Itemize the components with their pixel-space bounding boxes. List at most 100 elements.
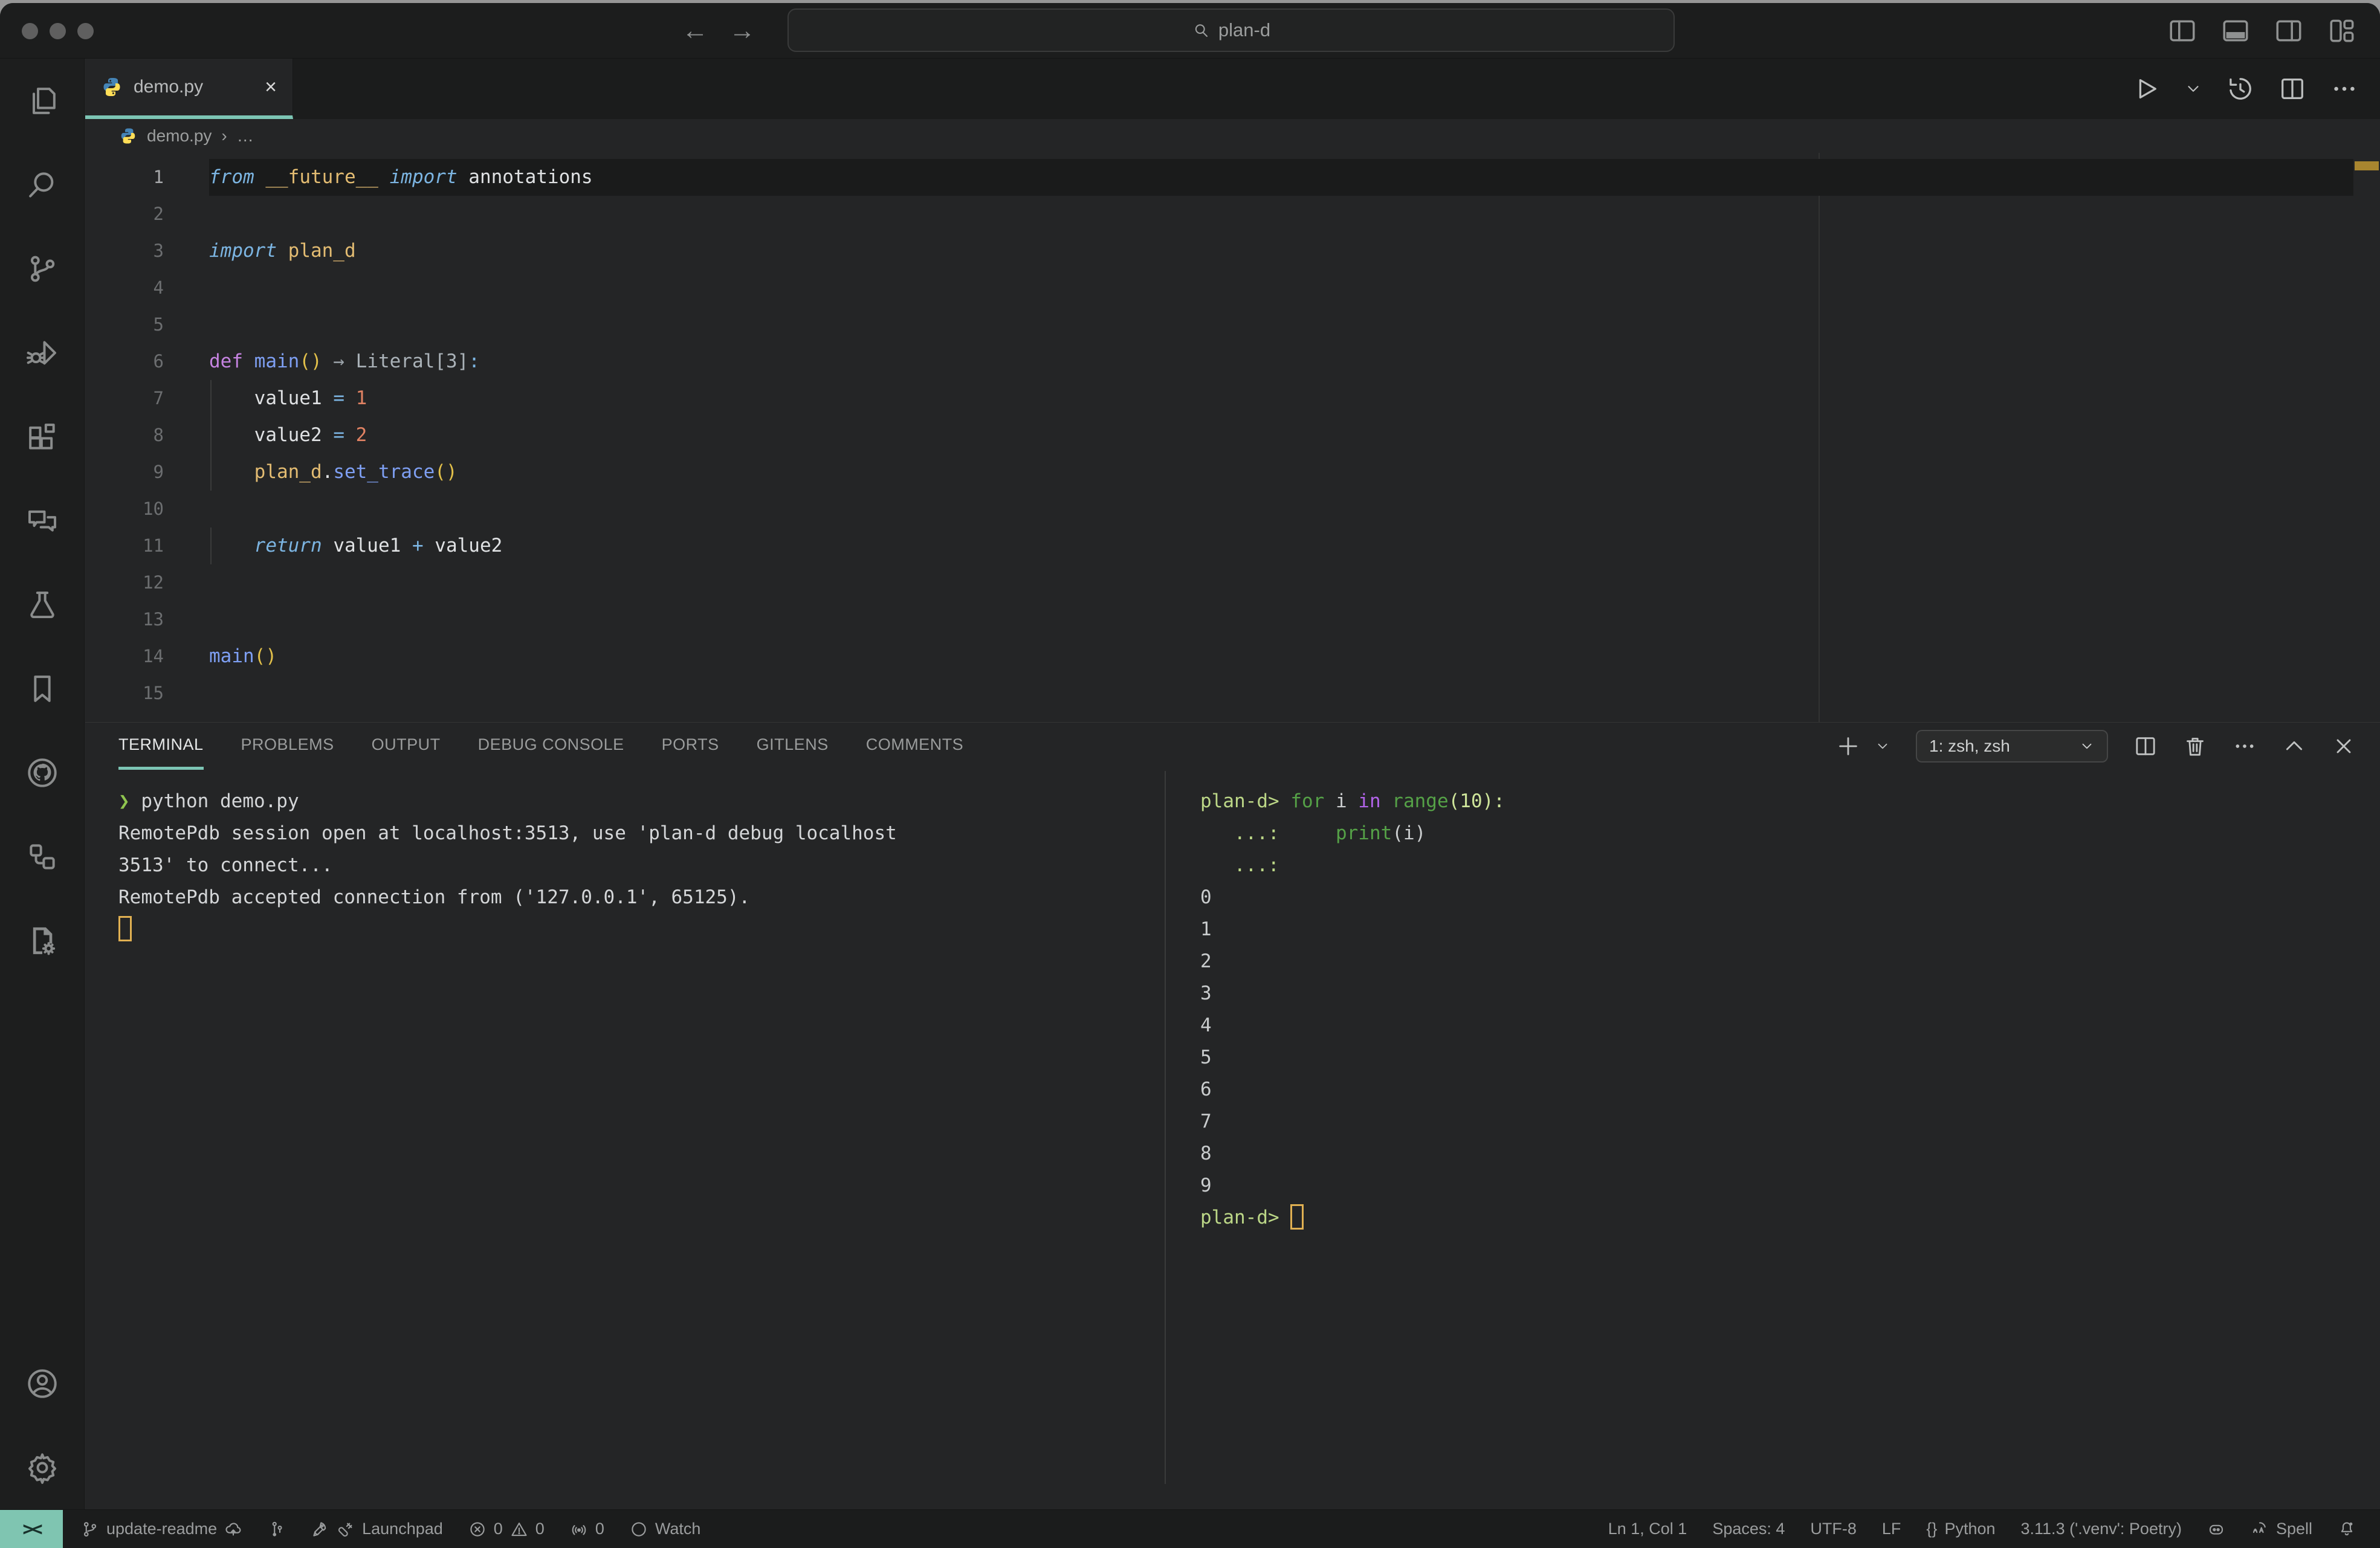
breadcrumb-symbol[interactable]: … [237,126,254,146]
code-line[interactable]: 1from __future__ import annotations [85,159,2380,196]
notifications-item[interactable] [2338,1520,2356,1538]
watch-item[interactable]: Watch [630,1520,701,1538]
code-line[interactable]: 7 value1 = 1 [85,380,2380,417]
sidebar-item-project-manager[interactable] [0,814,84,898]
code-line[interactable]: 8 value2 = 2 [85,417,2380,454]
encoding-item[interactable]: UTF-8 [1810,1520,1857,1538]
panel-more-actions-icon[interactable] [2233,734,2257,758]
code-line[interactable]: 15 [85,675,2380,712]
ports-item[interactable]: 0 [570,1520,604,1538]
sidebar-item-cmake[interactable] [0,898,84,982]
chevron-down-icon [2079,738,2095,754]
tab-demo-py[interactable]: demo.py × [85,59,293,119]
sidebar-item-run-debug[interactable] [0,311,84,395]
spaces-label: Spaces: 4 [1712,1520,1785,1538]
sidebar-item-testing[interactable] [0,563,84,647]
code-line[interactable]: 13 [85,601,2380,638]
forward-button[interactable]: → [729,18,755,44]
status-bar: >< update-readme Launc [0,1509,2380,1548]
panel-tab-terminal[interactable]: TERMINAL [118,723,204,770]
language-mode-item[interactable]: {} Python [1926,1520,1995,1538]
code-line[interactable]: 4 [85,269,2380,306]
code-line[interactable]: 10 [85,491,2380,527]
more-actions-icon[interactable] [2330,75,2358,103]
terminal-pane-left[interactable]: ❯ python demo.pyRemotePdb session open a… [118,785,1164,946]
command-center-search[interactable]: plan-d [787,8,1675,52]
problems-item[interactable]: 0 0 [468,1520,545,1538]
spell-item[interactable]: Spell [2251,1520,2312,1538]
spell-label: Spell [2276,1520,2312,1538]
terminal-select-value: 1: zsh, zsh [1929,737,2072,756]
panel-tab-debug-console[interactable]: DEBUG CONSOLE [478,723,624,770]
sidebar-item-source-control[interactable] [0,227,84,311]
code-line[interactable]: 11 return value1 + value2 [85,527,2380,564]
terminal-line: 5 [1200,1042,2356,1074]
settings-button[interactable] [0,1425,84,1509]
code-line[interactable]: 5 [85,306,2380,343]
code-line[interactable]: 12 [85,564,2380,601]
run-dropdown-chevron-icon[interactable] [2184,80,2202,98]
python-interpreter-item[interactable]: 3.11.3 ('.venv': Poetry) [2021,1520,2182,1538]
split-terminal-icon[interactable] [2133,734,2158,758]
code-line[interactable]: 14main() [85,638,2380,675]
line-number: 5 [85,306,164,343]
sidebar-item-comments[interactable] [0,479,84,563]
breadcrumb-file[interactable]: demo.py [147,126,212,146]
copilot-item[interactable] [2207,1520,2225,1538]
sidebar-item-bookmarks[interactable] [0,647,84,730]
remote-indicator[interactable]: >< [0,1510,63,1548]
split-editor-icon[interactable] [2278,75,2306,103]
account-button[interactable] [0,1341,84,1425]
terminal-split-divider[interactable] [1165,771,1166,1484]
comments-icon [25,504,59,538]
editor[interactable]: 1from __future__ import annotations23imp… [85,153,2380,722]
panel-tab-problems[interactable]: PROBLEMS [241,723,334,770]
code-line[interactable]: 9 plan_d.set_trace() [85,454,2380,491]
new-terminal-icon[interactable] [1836,734,1860,758]
new-terminal-dropdown-chevron-icon[interactable] [1875,738,1890,754]
terminal-select[interactable]: 1: zsh, zsh [1916,730,2108,763]
sidebar-item-github[interactable] [0,730,84,814]
toggle-panel-icon[interactable] [2220,16,2251,46]
tab-bar: demo.py × [85,59,2380,119]
git-commits-item[interactable] [268,1520,286,1538]
kill-terminal-trash-icon[interactable] [2183,734,2207,758]
code-lines[interactable]: 1from __future__ import annotations23imp… [85,159,2380,712]
line-number: 10 [85,491,164,527]
timeline-history-icon[interactable] [2226,75,2254,103]
panel-tab-output[interactable]: OUTPUT [372,723,441,770]
warning-icon [510,1520,528,1538]
sidebar-item-explorer[interactable] [0,59,84,143]
customize-layout-icon[interactable] [2327,16,2357,46]
sidebar-item-search[interactable] [0,143,84,227]
code-line[interactable]: 6def main() → Literal[3]: [85,343,2380,380]
run-python-file-icon[interactable] [2132,75,2160,103]
toggle-secondary-sidebar-icon[interactable] [2274,16,2304,46]
launchpad-item[interactable]: Launchpad [311,1520,443,1538]
panel-tab-comments[interactable]: COMMENTS [866,723,964,770]
close-window-button[interactable] [22,23,38,39]
code-line[interactable]: 2 [85,196,2380,233]
sidebar-item-extensions[interactable] [0,395,84,479]
terminal-pane-right[interactable]: plan-d> for i in range(10): ...: print(i… [1200,785,2356,1234]
cursor-position-item[interactable]: Ln 1, Col 1 [1608,1520,1687,1538]
close-tab-icon[interactable]: × [265,77,277,97]
source-control-icon [25,252,59,286]
back-button[interactable]: ← [682,18,708,44]
minimize-window-button[interactable] [50,23,66,39]
window-controls[interactable] [22,23,94,39]
breadcrumb[interactable]: demo.py › … [85,119,2380,153]
gear-icon [25,1451,59,1485]
indentation-item[interactable]: Spaces: 4 [1712,1520,1785,1538]
toggle-primary-sidebar-icon[interactable] [2167,16,2197,46]
git-branch-item[interactable]: update-readme [81,1520,242,1538]
code-text: return value1 + value2 [209,527,2353,564]
close-panel-icon[interactable] [2332,734,2356,758]
eol-item[interactable]: LF [1882,1520,1901,1538]
maximize-panel-chevron-up-icon[interactable] [2282,734,2306,758]
code-line[interactable]: 3import plan_d [85,233,2380,269]
zoom-window-button[interactable] [77,23,94,39]
error-icon [468,1520,487,1538]
panel-tab-ports[interactable]: PORTS [662,723,719,770]
panel-tab-gitlens[interactable]: GITLENS [757,723,829,770]
